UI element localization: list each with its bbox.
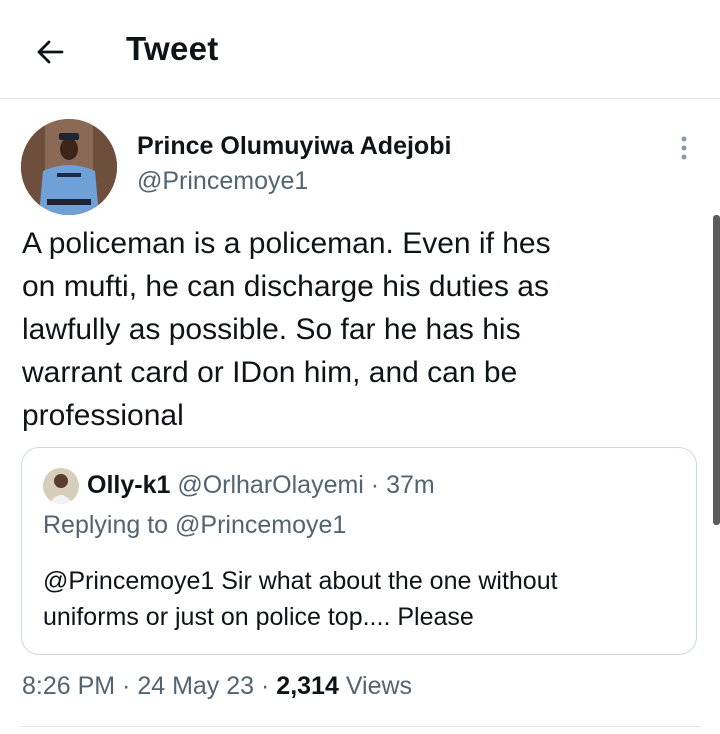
meta-separator: · xyxy=(363,471,387,499)
quoted-author-name[interactable]: Olly-k1 xyxy=(87,471,170,499)
author-name[interactable]: Prince Olumuyiwa Adejobi xyxy=(137,132,451,161)
meta-separator: · xyxy=(254,672,277,700)
more-options-button[interactable] xyxy=(670,134,698,162)
arrow-left-icon xyxy=(37,40,64,64)
tweet-meta-row: 8:26 PM · 24 May 23 · 2,314 Views xyxy=(22,672,412,701)
tweet-date: 24 May 23 xyxy=(137,672,255,700)
tweet-text: A policeman is a policeman. Even if hes … xyxy=(22,227,551,432)
meta-separator: · xyxy=(115,672,138,700)
quoted-author-handle: @OrlharOlayemi xyxy=(177,471,364,499)
quoted-author-avatar[interactable] xyxy=(43,468,79,504)
quoted-text: @Princemoye1 Sir what about the one with… xyxy=(43,567,558,631)
police-officer-avatar xyxy=(21,119,117,215)
views-count[interactable]: 2,314 xyxy=(276,672,339,700)
divider xyxy=(21,726,701,727)
quoted-tweet[interactable]: Olly-k1 @OrlharOlayemi · 37m Replying to… xyxy=(21,447,697,655)
back-button[interactable] xyxy=(26,28,74,76)
top-bar: Tweet xyxy=(0,0,720,99)
page-title: Tweet xyxy=(126,30,219,67)
author-handle[interactable]: @Princemoye1 xyxy=(137,167,308,196)
views-label: Views xyxy=(345,672,413,700)
scrollbar[interactable] xyxy=(713,215,720,525)
tweet-time: 8:26 PM xyxy=(22,672,116,700)
quoted-time: 37m xyxy=(386,471,435,499)
quoted-user-avatar-icon xyxy=(43,468,79,504)
replying-to-label: Replying to @Princemoye1 xyxy=(43,511,347,539)
quoted-header: Olly-k1 @OrlharOlayemi · 37m xyxy=(87,470,435,500)
more-vertical-icon xyxy=(681,136,687,160)
author-avatar[interactable] xyxy=(21,119,117,215)
